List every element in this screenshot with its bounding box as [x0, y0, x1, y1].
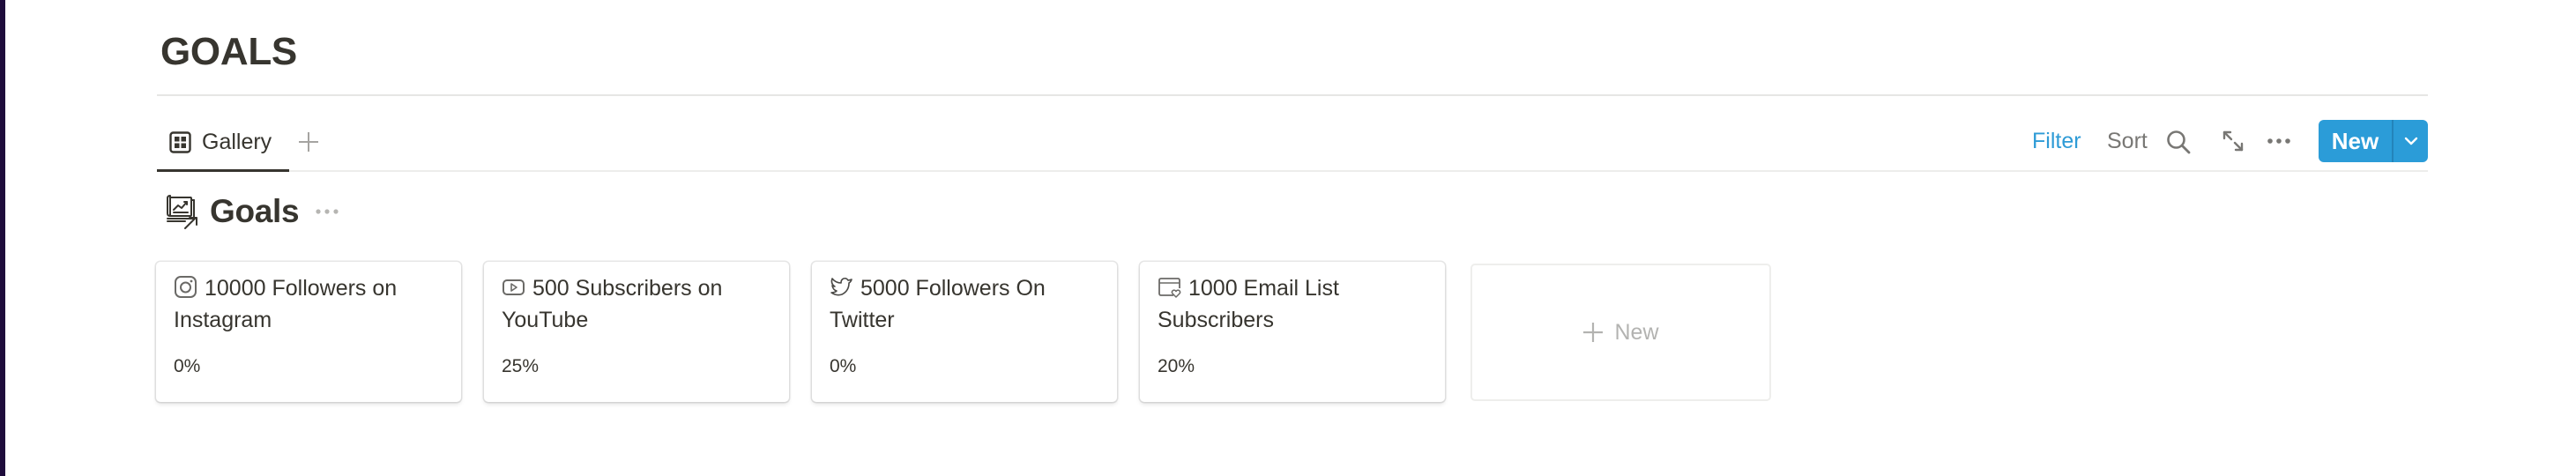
card-title-text: 500 Subscribers on YouTube [502, 276, 723, 332]
twitter-icon [830, 277, 852, 296]
more-options-button[interactable] [2266, 132, 2292, 150]
database-more-button[interactable] [315, 206, 339, 217]
search-button[interactable] [2164, 128, 2193, 156]
card-title-text: 1000 Email List Subscribers [1158, 276, 1339, 332]
tabs-divider [157, 170, 2428, 172]
tab-label: Gallery [202, 130, 272, 154]
tab-gallery[interactable]: Gallery [169, 126, 272, 158]
chevron-down-icon [2404, 137, 2417, 145]
database-title: Goals [210, 193, 300, 229]
card-title-text: 10000 Followers on Instagram [174, 276, 398, 332]
divider [157, 94, 2428, 96]
window-edge [0, 0, 5, 476]
card-progress: 20% [1158, 356, 1195, 376]
card-title-text: 5000 Followers On Twitter [830, 276, 1046, 332]
card-title: 500 Subscribers on YouTube [502, 272, 775, 336]
youtube-icon [503, 279, 525, 295]
chart-documents-icon [167, 195, 197, 229]
plus-icon [1583, 323, 1604, 342]
active-tab-indicator [157, 169, 289, 172]
more-horizontal-icon [2267, 138, 2290, 144]
page-title: GOALS [160, 30, 297, 73]
gallery-card[interactable]: 1000 Email List Subscribers 20% [1140, 262, 1445, 402]
sort-button[interactable]: Sort [2107, 126, 2148, 156]
card-title: 5000 Followers On Twitter [830, 272, 1103, 336]
email-list-icon [1158, 278, 1181, 298]
new-card-label: New [1614, 319, 1659, 345]
new-button[interactable]: New [2319, 120, 2392, 162]
expand-icon [2222, 130, 2244, 152]
card-title: 10000 Followers on Instagram [174, 272, 447, 336]
new-dropdown-button[interactable] [2394, 120, 2428, 162]
search-icon [2167, 130, 2191, 154]
gallery-card[interactable]: 10000 Followers on Instagram 0% [156, 262, 461, 402]
gallery-grid-icon [169, 130, 191, 153]
add-view-button[interactable] [296, 130, 321, 154]
filter-button[interactable]: Filter [2032, 126, 2081, 156]
instagram-icon [175, 276, 197, 298]
card-progress: 0% [830, 356, 857, 376]
card-progress: 25% [502, 356, 540, 376]
plus-icon [299, 132, 318, 152]
database-heading: Goals [164, 192, 339, 231]
card-progress: 0% [174, 356, 201, 376]
expand-button[interactable] [2221, 129, 2245, 153]
card-title: 1000 Email List Subscribers [1158, 272, 1431, 336]
more-horizontal-icon [316, 209, 339, 214]
gallery-card[interactable]: 5000 Followers On Twitter 0% [812, 262, 1117, 402]
new-card-button[interactable]: New [1470, 264, 1771, 401]
gallery-card[interactable]: 500 Subscribers on YouTube 25% [484, 262, 789, 402]
new-button-group: New [2319, 120, 2428, 162]
